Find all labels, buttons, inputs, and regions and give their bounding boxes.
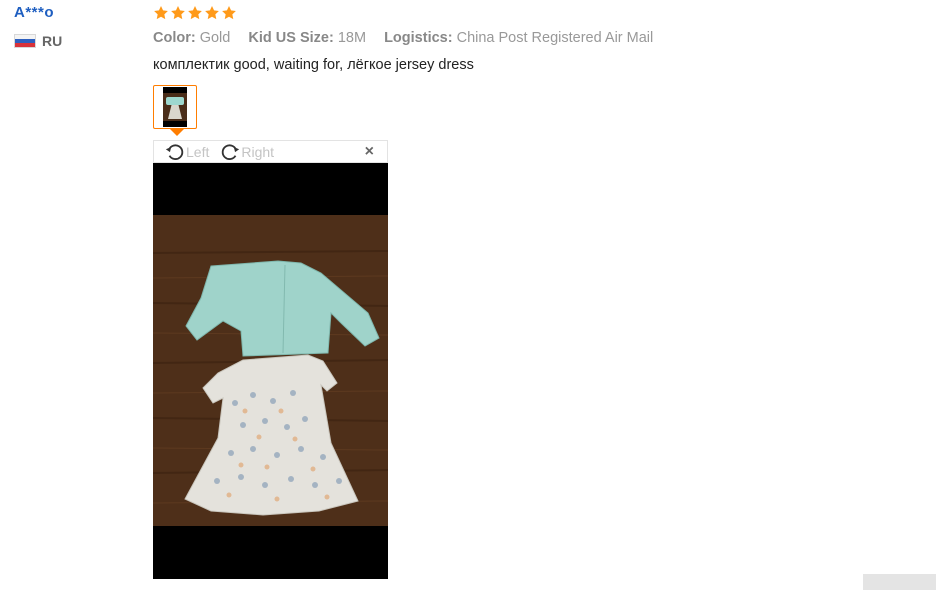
size-attribute: Kid US Size: 18M: [248, 30, 366, 46]
star-icon: [222, 6, 236, 20]
thumbnail-pointer-icon: [170, 129, 184, 136]
star-icon: [188, 6, 202, 20]
country-code: RU: [42, 33, 63, 49]
close-viewer-button[interactable]: ×: [365, 143, 374, 161]
star-rating: [153, 5, 237, 21]
attribute-label: Color:: [153, 30, 196, 46]
review-photo-thumbnail[interactable]: [153, 85, 197, 129]
rotate-right-label: Right: [241, 143, 275, 160]
star-icon: [171, 6, 185, 20]
attribute-label: Kid US Size:: [248, 30, 334, 46]
russia-flag-icon: [14, 34, 36, 48]
review-text: комплектик good, waiting for, лёгкое jer…: [153, 57, 474, 73]
review-photo: [153, 163, 388, 579]
rotate-left-label: Left: [186, 143, 210, 160]
photo-viewer: Left Right ×: [153, 140, 388, 579]
thumbnail-image: [163, 87, 187, 127]
color-attribute: Color: Gold: [153, 30, 230, 46]
star-icon: [205, 6, 219, 20]
reviewer-name[interactable]: A***o: [14, 4, 54, 21]
star-icon: [154, 6, 168, 20]
rotate-right-button[interactable]: Right: [219, 141, 274, 163]
rotate-left-icon: [165, 143, 184, 160]
viewer-toolbar: Left Right ×: [153, 140, 388, 163]
attribute-value: China Post Registered Air Mail: [456, 30, 654, 46]
logistics-attribute: Logistics: China Post Registered Air Mai…: [384, 30, 653, 46]
attribute-value: Gold: [199, 30, 231, 46]
rotate-right-icon: [222, 143, 240, 160]
rotate-left-button[interactable]: Left: [164, 141, 209, 163]
attribute-value: 18M: [337, 30, 367, 46]
attribute-label: Logistics:: [384, 30, 453, 46]
scroll-to-top-button[interactable]: [863, 574, 936, 590]
reviewer-country: RU: [14, 33, 62, 49]
clothing-photo-image: [153, 163, 388, 579]
order-attributes: Color: Gold Kid US Size: 18M Logistics: …: [153, 30, 667, 46]
